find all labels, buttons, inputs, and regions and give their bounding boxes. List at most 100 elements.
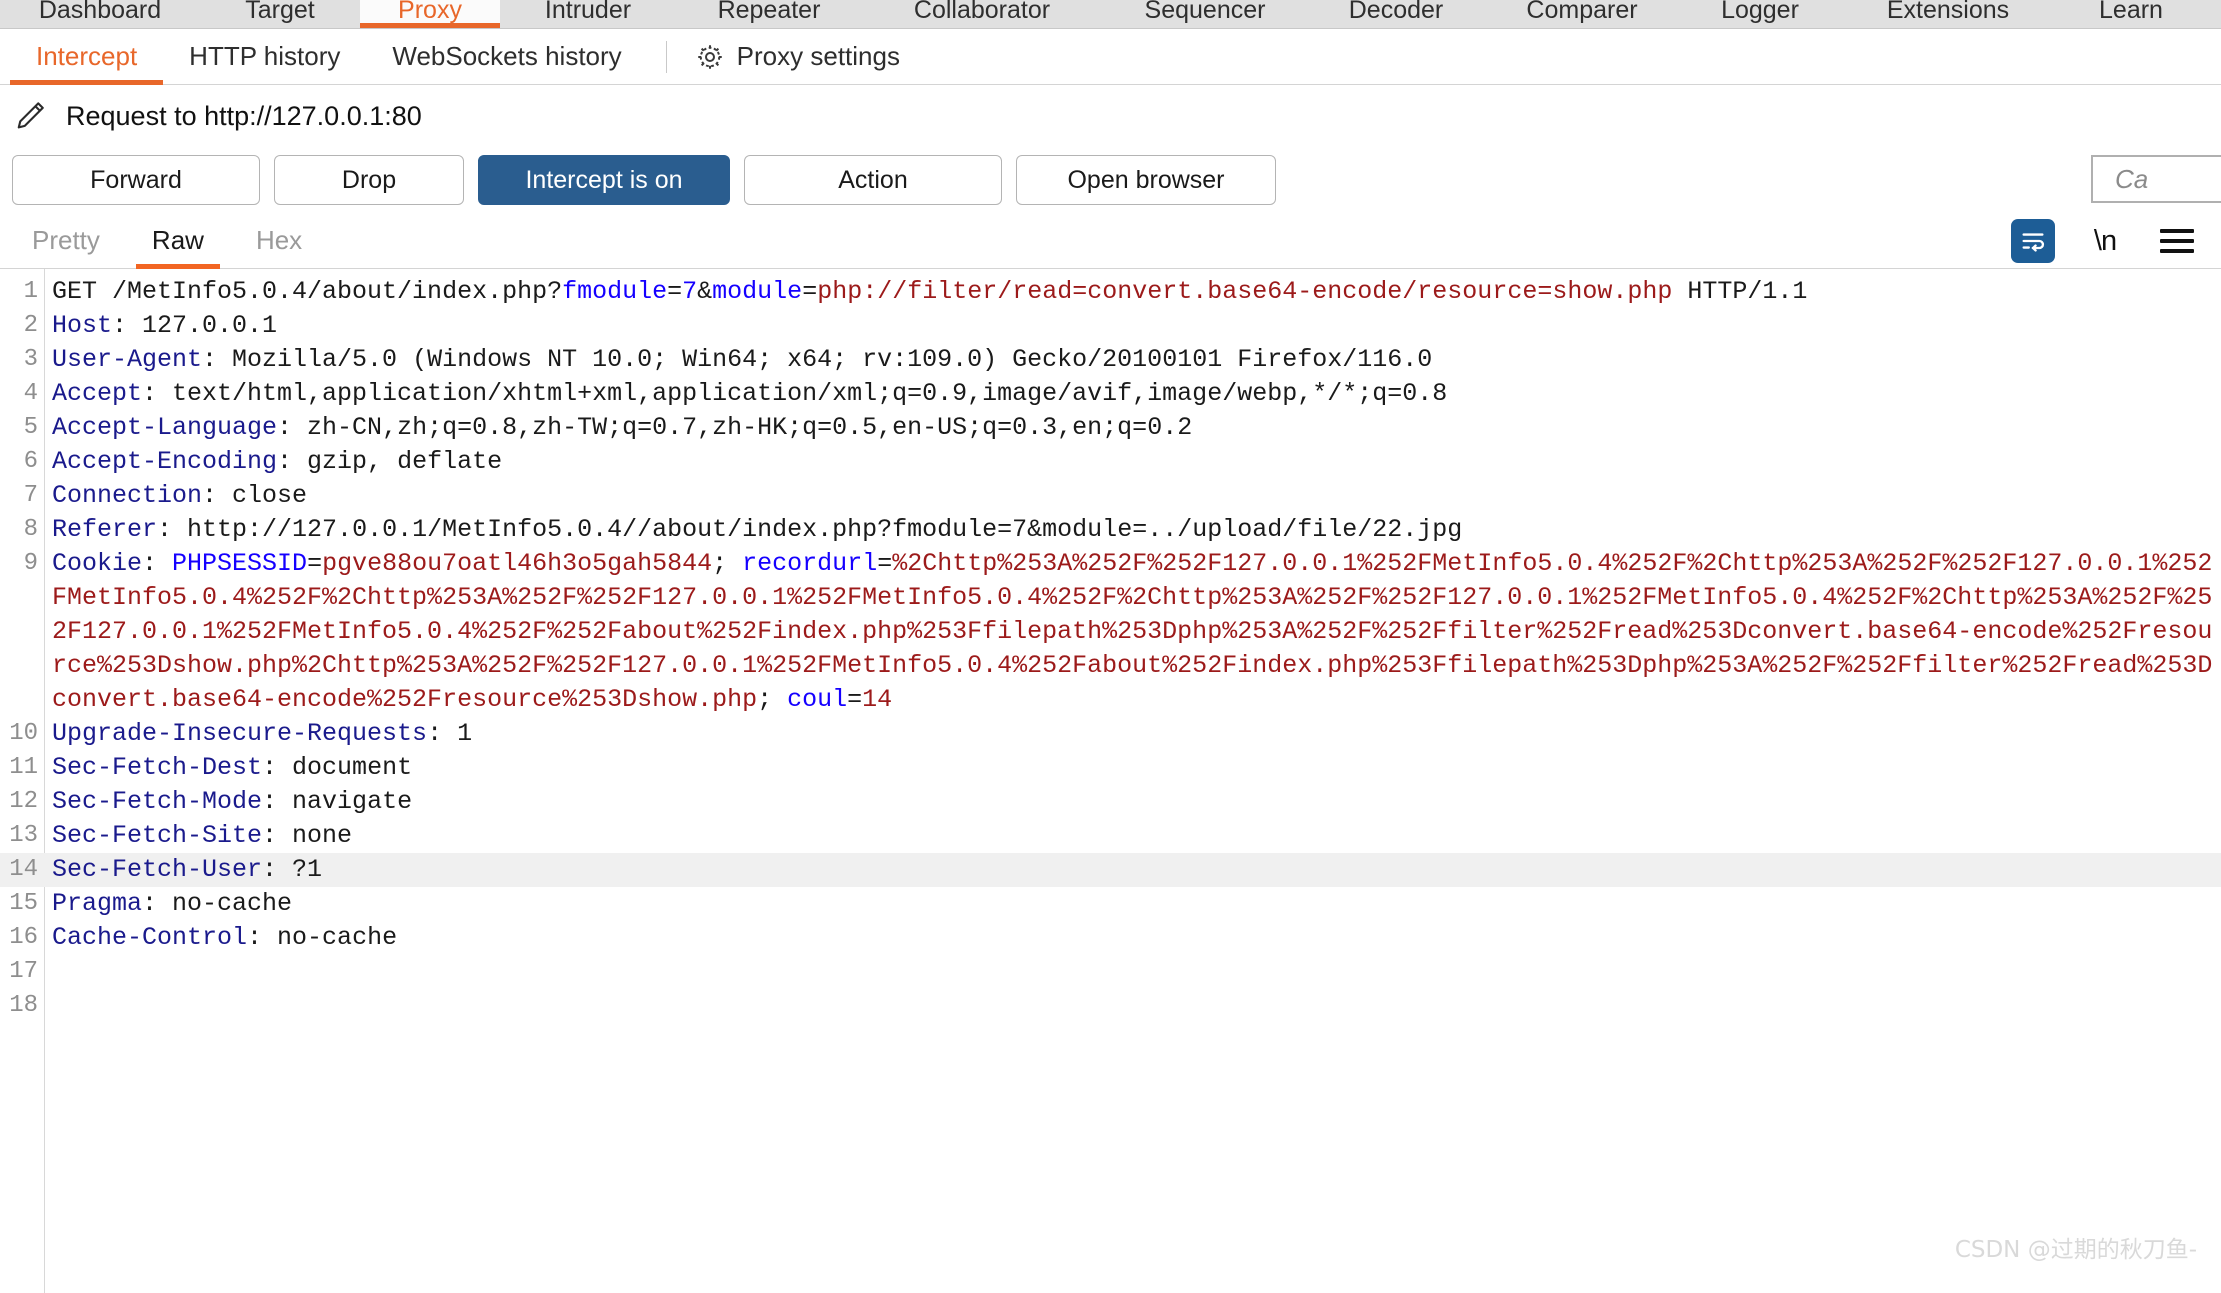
tab-repeater[interactable]: Repeater: [676, 0, 862, 28]
tab-decoder[interactable]: Decoder: [1308, 0, 1484, 28]
tab-proxy[interactable]: Proxy: [360, 0, 500, 28]
tab-collaborator[interactable]: Collaborator: [862, 0, 1102, 28]
main-tab-bar: Dashboard Target Proxy Intruder Repeater Coll…: [0, 0, 2221, 29]
line-number: 13: [9, 822, 38, 849]
menu-icon[interactable]: [2155, 219, 2199, 263]
code-token-hdr: User-Agent: [52, 345, 203, 374]
line-number: 8: [23, 516, 38, 543]
line-number: 16: [9, 924, 38, 951]
line-number: 11: [9, 754, 38, 781]
code-token-plain: :: [142, 549, 173, 578]
code-token-plain: : document: [262, 753, 413, 782]
sub-tab-label: Intercept: [36, 41, 138, 71]
line-number: 5: [23, 414, 38, 441]
tab-learn[interactable]: Learn: [2056, 0, 2206, 28]
code-line: 18​: [9, 989, 2221, 1023]
line-number: 1: [23, 278, 38, 305]
code-token-hdr: Sec-Fetch-Site: [52, 821, 263, 850]
view-tab-raw[interactable]: Raw: [126, 213, 230, 269]
code-token-plain: ;: [757, 685, 788, 714]
code-line: 7 Connection: close: [24, 479, 2221, 513]
pencil-icon: [12, 98, 48, 134]
code-line: 3 User-Agent: Mozilla/5.0 (Windows NT 10.…: [24, 343, 2221, 377]
view-tab-label: Hex: [255, 225, 303, 255]
sub-tab-intercept[interactable]: Intercept: [10, 29, 164, 85]
code-token-plain: : Mozilla/5.0 (Windows NT 10.0; Win64; x…: [202, 345, 1433, 374]
code-token-plain: =: [307, 549, 323, 578]
code-token-plain: ;: [712, 549, 743, 578]
sub-tab-http-history[interactable]: HTTP history: [163, 29, 366, 85]
tab-dashboard[interactable]: Dashboard: [0, 0, 200, 28]
code-token-key: coul: [787, 685, 848, 714]
tab-intruder[interactable]: Intruder: [500, 0, 676, 28]
tab-label: Logger: [1721, 0, 1799, 24]
view-tab-hex[interactable]: Hex: [230, 213, 328, 269]
code-token-hdr: Sec-Fetch-User: [52, 855, 263, 884]
intercept-toolbar: Forward Drop Intercept is on Action Open…: [0, 147, 2221, 213]
search-input[interactable]: Ca: [2091, 155, 2221, 203]
tab-label: Proxy: [398, 0, 462, 24]
gear-icon: [695, 42, 725, 72]
request-title-row: Request to http://127.0.0.1:80: [0, 85, 2221, 147]
tab-logger[interactable]: Logger: [1680, 0, 1840, 28]
code-line: 9 Cookie: PHPSESSID=pgve88ou7oatl46h3o5ga…: [24, 547, 2221, 717]
code-token-val: 14: [862, 685, 893, 714]
action-button[interactable]: Action: [744, 155, 1002, 205]
line-number: 9: [23, 550, 38, 577]
tab-label: Intruder: [544, 0, 632, 24]
code-token-plain: : navigate: [262, 787, 413, 816]
tab-label: Extensions: [1886, 0, 2010, 24]
code-token-plain: : no-cache: [247, 923, 398, 952]
view-tab-pretty[interactable]: Pretty: [6, 213, 126, 269]
code-line: 5 Accept-Language: zh-CN,zh;q=0.8,zh-TW;q…: [24, 411, 2221, 445]
code-token-hdr: Cache-Control: [52, 923, 248, 952]
code-token-key: PHPSESSID: [172, 549, 308, 578]
code-token-hdr: Host: [52, 311, 113, 340]
tab-target[interactable]: Target: [200, 0, 360, 28]
raw-request-editor[interactable]: 1 GET /MetInfo5.0.4/about/index.php?fmodu…: [0, 269, 2221, 1293]
open-browser-button[interactable]: Open browser: [1016, 155, 1276, 205]
code-token-plain: : close: [202, 481, 308, 510]
code-line: 2 Host: 127.0.0.1: [24, 309, 2221, 343]
watermark: CSDN @过期的秋刀鱼-: [1954, 1237, 2197, 1263]
code-token-plain: : no-cache: [142, 889, 293, 918]
code-line: 17​: [9, 955, 2221, 989]
code-token-plain: &: [697, 277, 713, 306]
view-tab-label: Raw: [151, 225, 204, 255]
sub-tab-websockets-history[interactable]: WebSockets history: [366, 29, 647, 85]
tab-comparer[interactable]: Comparer: [1484, 0, 1680, 28]
line-number: 12: [9, 788, 38, 815]
line-number: 2: [23, 312, 38, 339]
code-token-hdr: Pragma: [52, 889, 143, 918]
code-token-plain: : 1: [427, 719, 473, 748]
show-newlines-icon[interactable]: \n: [2083, 219, 2127, 263]
intercept-toggle-button[interactable]: Intercept is on: [478, 155, 730, 205]
code-token-plain: : http://127.0.0.1/MetInfo5.0.4//about/i…: [157, 515, 1463, 544]
tab-sequencer[interactable]: Sequencer: [1102, 0, 1308, 28]
code-token-plain: : ?1: [262, 855, 323, 884]
code-token-hdr: Referer: [52, 515, 158, 544]
proxy-settings-button[interactable]: Proxy settings: [685, 41, 910, 72]
tab-extensions[interactable]: Extensions: [1840, 0, 2056, 28]
code-line: 12 Sec-Fetch-Mode: navigate: [9, 785, 2221, 819]
code-line: 11 Sec-Fetch-Dest: document: [9, 751, 2221, 785]
code-token-plain: =: [667, 277, 683, 306]
sub-tab-divider: [665, 40, 667, 73]
word-wrap-icon[interactable]: [2011, 219, 2055, 263]
code-token-plain: : 127.0.0.1: [112, 311, 278, 340]
code-token-hdr: Accept-Encoding: [52, 447, 278, 476]
code-token-hdr: Sec-Fetch-Dest: [52, 753, 263, 782]
tab-label: Decoder: [1348, 0, 1444, 24]
code-line: 16 Cache-Control: no-cache: [9, 921, 2221, 955]
code-line: 1 GET /MetInfo5.0.4/about/index.php?fmodu…: [24, 275, 2221, 309]
code-token-hdr: Connection: [52, 481, 203, 510]
code-token-plain: GET /MetInfo5.0.4/about/index.php?: [52, 277, 563, 306]
line-number: 18: [9, 992, 38, 1019]
code-line: 15 Pragma: no-cache: [9, 887, 2221, 921]
tab-label: Target: [245, 0, 315, 24]
sub-tab-label: WebSockets history: [392, 41, 622, 71]
drop-button[interactable]: Drop: [274, 155, 464, 205]
code-token-plain: =: [847, 685, 863, 714]
forward-button[interactable]: Forward: [12, 155, 260, 205]
code-line: 8 Referer: http://127.0.0.1/MetInfo5.0.4/…: [24, 513, 2221, 547]
